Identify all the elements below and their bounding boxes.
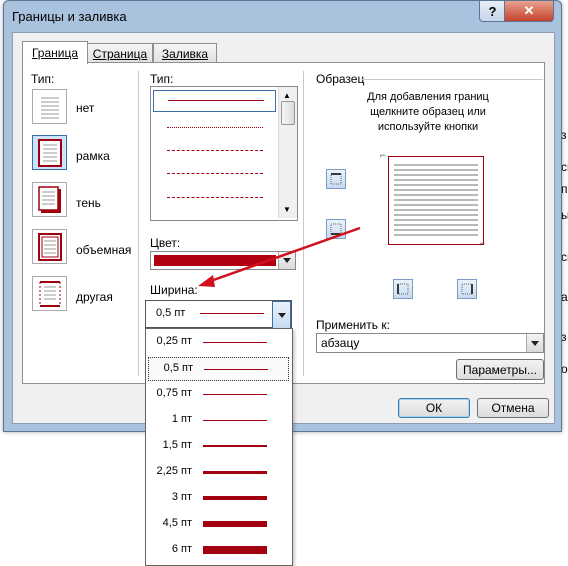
- tab-borders[interactable]: Граница: [22, 41, 88, 64]
- annotation-arrow: [198, 226, 361, 287]
- arrow-head: [198, 275, 215, 287]
- arrow-shaft: [204, 226, 361, 285]
